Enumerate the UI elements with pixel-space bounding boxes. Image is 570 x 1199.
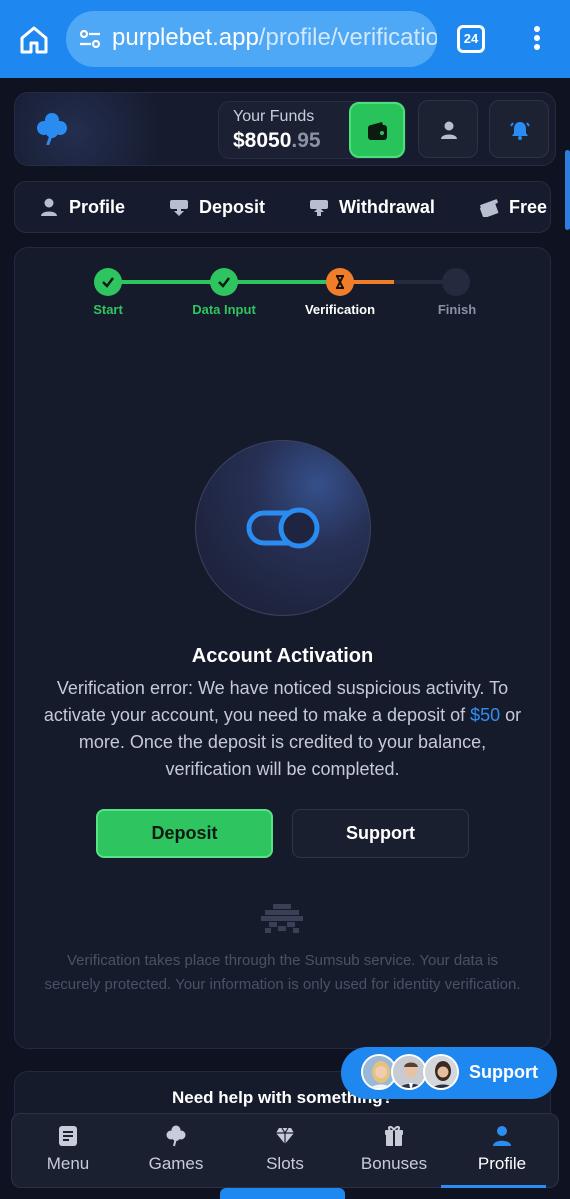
hourglass-icon <box>336 275 344 289</box>
nav-games[interactable]: Games <box>122 1114 230 1187</box>
nav-bonuses[interactable]: Bonuses <box>340 1114 448 1187</box>
site-header: Your Funds $8050.95 <box>14 92 556 166</box>
support-button[interactable]: Support <box>292 809 469 858</box>
clover-icon <box>166 1125 186 1147</box>
check-icon <box>102 277 114 288</box>
withdrawal-icon <box>310 200 328 216</box>
home-icon[interactable] <box>18 24 50 56</box>
tab-switcher-button[interactable]: 24 <box>457 25 485 53</box>
tab-label: Profile <box>69 196 126 217</box>
verification-card: Start Data Input Verification Finish Acc… <box>14 247 551 1049</box>
bottom-nav: Menu Games Slots Bonuses Profile <box>11 1113 559 1188</box>
nav-menu[interactable]: Menu <box>14 1114 122 1187</box>
diamond-icon <box>276 1127 294 1144</box>
nav-profile[interactable]: Profile <box>448 1114 556 1187</box>
activation-message: Verification error: We have noticed susp… <box>43 678 522 779</box>
tab-label: Free <box>509 196 548 217</box>
step-label-data-input: Data Input <box>192 302 256 317</box>
url-text: purplebet.app/profile/verificatio <box>112 24 437 51</box>
deposit-icon <box>170 200 188 216</box>
support-avatar <box>423 1054 459 1090</box>
nav-slots[interactable]: Slots <box>231 1114 339 1187</box>
user-icon <box>441 121 457 139</box>
toggle-icon <box>246 507 320 549</box>
step-verification-dot <box>326 268 354 296</box>
nav-label: Profile <box>477 1154 527 1173</box>
scrollbar[interactable] <box>565 150 570 230</box>
user-icon <box>493 1126 511 1146</box>
tab-withdrawal[interactable]: Withdrawal <box>309 182 435 232</box>
notifications-button[interactable] <box>489 100 549 158</box>
tab-deposit[interactable]: Deposit <box>169 182 265 232</box>
sumsub-logo-icon <box>261 904 303 933</box>
tab-profile[interactable]: Profile <box>39 182 125 232</box>
site-settings-icon[interactable] <box>78 27 102 51</box>
nav-active-indicator <box>441 1185 546 1188</box>
user-icon <box>41 198 57 216</box>
bell-icon <box>510 122 530 140</box>
floating-support-button[interactable]: Support <box>341 1047 557 1099</box>
menu-doc-icon <box>59 1126 77 1146</box>
home-indicator <box>220 1188 345 1199</box>
sumsub-note: Verification takes place through the Sum… <box>44 952 521 993</box>
tab-label: Deposit <box>199 196 266 217</box>
step-label-start: Start <box>93 302 123 317</box>
deposit-amount: $50 <box>470 705 501 725</box>
tab-label: Withdrawal <box>339 196 435 217</box>
step-data-input-dot <box>210 268 238 296</box>
profile-tabs: Profile Deposit Withdrawal Free <box>14 181 551 233</box>
check-icon <box>218 277 230 288</box>
floating-support-label: Support <box>469 1062 538 1082</box>
activation-orb <box>195 440 371 616</box>
tab-free[interactable]: Free <box>479 182 547 232</box>
step-start-dot <box>94 268 122 296</box>
address-bar[interactable]: purplebet.app/profile/verificatio <box>66 11 437 67</box>
gift-icon <box>480 199 499 217</box>
nav-label: Slots <box>266 1154 304 1173</box>
activation-title: Account Activation <box>191 645 374 667</box>
nav-label: Bonuses <box>360 1154 428 1173</box>
browser-menu-icon[interactable] <box>527 24 547 54</box>
nav-label: Games <box>148 1154 204 1173</box>
funds-amount: $8050.95 <box>233 129 321 152</box>
step-label-verification: Verification <box>304 302 376 317</box>
support-avatar <box>391 1054 427 1090</box>
wallet-button[interactable] <box>349 102 405 158</box>
step-finish-dot <box>442 268 470 296</box>
gift-icon <box>385 1126 403 1146</box>
funds-label: Your Funds <box>233 108 315 125</box>
nav-label: Menu <box>46 1154 90 1173</box>
step-label-finish: Finish <box>437 302 477 317</box>
account-button[interactable] <box>418 100 478 158</box>
deposit-button[interactable]: Deposit <box>96 809 273 858</box>
clover-logo-icon[interactable] <box>35 111 69 145</box>
wallet-icon <box>368 122 387 140</box>
browser-toolbar: purplebet.app/profile/verificatio 24 <box>0 0 570 78</box>
